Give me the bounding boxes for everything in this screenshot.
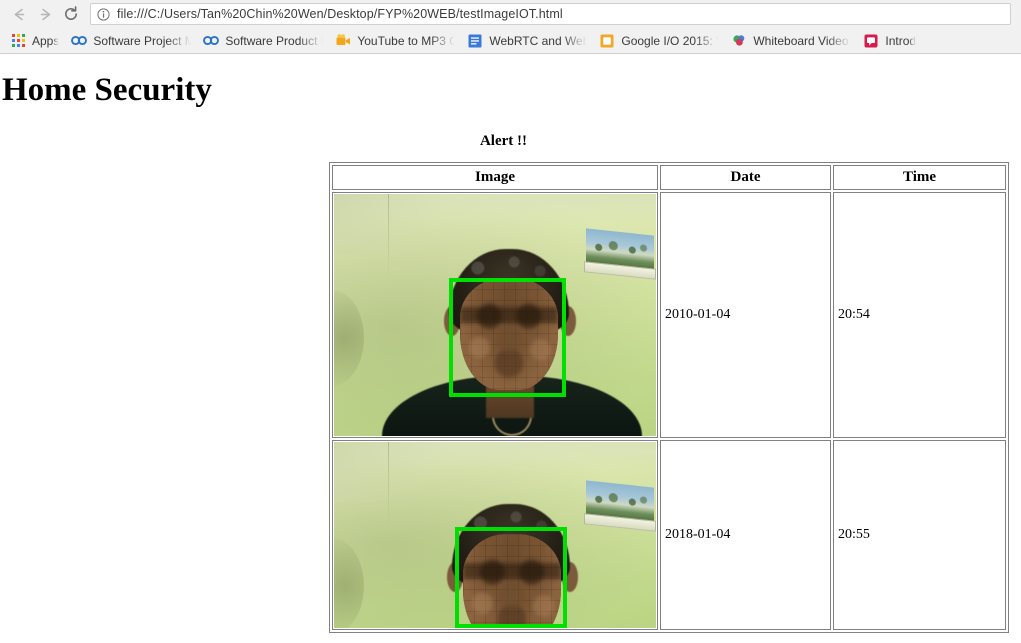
bookmark-whiteboard-video[interactable]: Whiteboard Video Co bbox=[725, 30, 857, 51]
wall-corner-line bbox=[388, 194, 389, 281]
info-circle-icon[interactable] bbox=[97, 7, 110, 21]
page-title: Home Security bbox=[2, 72, 212, 108]
face-detection-box bbox=[449, 278, 566, 398]
orange-square-icon bbox=[599, 33, 615, 49]
webcam-snapshot-image bbox=[334, 194, 656, 437]
bookmark-label: Introd bbox=[885, 33, 917, 48]
bookmark-webrtc-and-web-audio[interactable]: WebRTC and Web Au bbox=[461, 30, 593, 51]
bookmark-label: YouTube to MP3 Con bbox=[357, 33, 456, 48]
page-content: Home Security Alert !! Image Date Time 2… bbox=[0, 54, 1021, 643]
red-bubble-icon bbox=[863, 33, 879, 49]
bookmark-label: Whiteboard Video Co bbox=[753, 33, 851, 48]
wall-picture-frame bbox=[584, 480, 656, 533]
column-header-time: Time bbox=[833, 165, 1006, 191]
table-header-row: Image Date Time bbox=[332, 165, 1006, 191]
bookmark-label: WebRTC and Web Au bbox=[489, 33, 588, 48]
snapshot-cell bbox=[332, 192, 658, 439]
wall-corner-shading bbox=[334, 442, 484, 503]
bookmark-google-io-2015[interactable]: Google I/O 2015: Vid bbox=[593, 30, 725, 51]
url-text[interactable]: file:///C:/Users/Tan%20Chin%20Wen/Deskto… bbox=[117, 7, 563, 21]
wall-corner-line bbox=[388, 442, 389, 529]
column-header-image: Image bbox=[332, 165, 658, 191]
forward-icon[interactable] bbox=[32, 1, 58, 27]
time-cell: 20:55 bbox=[833, 440, 1006, 631]
bookmark-youtube-to-mp3[interactable]: YouTube to MP3 Con bbox=[329, 30, 461, 51]
alert-heading: Alert !! bbox=[479, 133, 528, 150]
document-lines-icon bbox=[467, 33, 483, 49]
round-wall-object bbox=[334, 290, 364, 387]
time-cell: 20:54 bbox=[833, 192, 1006, 439]
bookmark-software-product-management[interactable]: Software Product Ma bbox=[197, 30, 329, 51]
bookmark-apps[interactable]: Apps bbox=[4, 30, 65, 51]
table-row: 2010-01-04 20:54 bbox=[332, 192, 1006, 439]
coursera-icon bbox=[203, 33, 220, 49]
bookmark-label: Apps bbox=[32, 33, 60, 48]
apps-grid-icon bbox=[10, 33, 26, 49]
date-cell: 2018-01-04 bbox=[660, 440, 832, 631]
snapshot-cell bbox=[332, 440, 658, 631]
date-cell: 2010-01-04 bbox=[660, 192, 832, 439]
bookmark-label: Software Product Ma bbox=[225, 33, 323, 48]
color-circles-icon bbox=[731, 33, 747, 49]
wall-corner-shading bbox=[334, 194, 484, 255]
browser-chrome: file:///C:/Users/Tan%20Chin%20Wen/Deskto… bbox=[0, 0, 1021, 54]
address-bar[interactable]: file:///C:/Users/Tan%20Chin%20Wen/Deskto… bbox=[90, 3, 1011, 25]
alert-table: Image Date Time 2010-01-04 20:54 2018-01… bbox=[329, 162, 1009, 634]
bookmark-introduction[interactable]: Introd bbox=[857, 30, 922, 51]
column-header-date: Date bbox=[660, 165, 832, 191]
bookmark-software-project-management[interactable]: Software Project Man bbox=[65, 30, 197, 51]
bookmark-label: Software Project Man bbox=[93, 33, 192, 48]
face-detection-box bbox=[455, 527, 567, 629]
table-row: 2018-01-04 20:55 bbox=[332, 440, 1006, 631]
round-wall-object bbox=[334, 538, 364, 629]
bookmark-label: Google I/O 2015: Vid bbox=[621, 33, 719, 48]
wall-picture-frame bbox=[584, 228, 656, 281]
coursera-icon bbox=[71, 33, 88, 49]
browser-toolbar: file:///C:/Users/Tan%20Chin%20Wen/Deskto… bbox=[0, 0, 1021, 28]
back-icon[interactable] bbox=[6, 1, 32, 27]
video-camera-icon bbox=[335, 33, 351, 49]
webcam-snapshot-image bbox=[334, 442, 656, 629]
reload-icon[interactable] bbox=[58, 1, 84, 27]
bookmarks-bar: Apps Software Project Man Software Produ… bbox=[0, 28, 1021, 53]
